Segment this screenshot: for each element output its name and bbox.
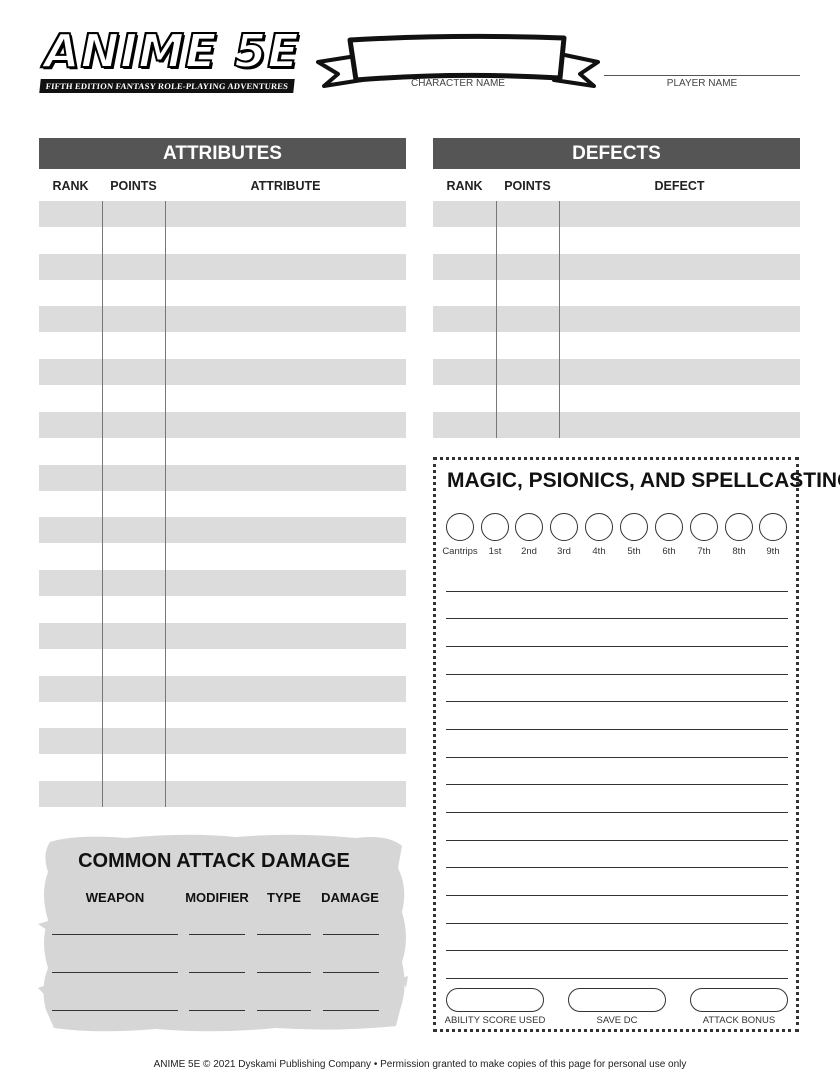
spell-slot-label: 7th bbox=[697, 546, 711, 557]
ability-score-used-label: ABILITY SCORE USED bbox=[444, 1015, 546, 1026]
attack-damage-title: COMMON ATTACK DAMAGE bbox=[78, 850, 350, 872]
attribute-row[interactable] bbox=[39, 676, 406, 702]
spell-slot-circle[interactable] bbox=[585, 513, 613, 541]
magic-note-line[interactable] bbox=[446, 950, 788, 951]
magic-note-line[interactable] bbox=[446, 812, 788, 813]
defect-row[interactable] bbox=[433, 254, 800, 280]
spell-slot-circle[interactable] bbox=[725, 513, 753, 541]
attributes-header: ATTRIBUTES bbox=[39, 138, 406, 169]
spell-slot-circle[interactable] bbox=[655, 513, 683, 541]
attribute-row[interactable] bbox=[39, 728, 406, 754]
modifier-heading: MODIFIER bbox=[185, 890, 249, 905]
modifier-line[interactable] bbox=[189, 1010, 245, 1011]
defects-header: DEFECTS bbox=[433, 138, 800, 169]
attack-bonus-label: ATTACK BONUS bbox=[702, 1015, 776, 1026]
attributes-rank-heading: RANK bbox=[52, 179, 89, 193]
type-heading: TYPE bbox=[267, 890, 301, 905]
defect-row[interactable] bbox=[433, 412, 800, 438]
attribute-row[interactable] bbox=[39, 570, 406, 596]
spell-slot-circle[interactable] bbox=[759, 513, 787, 541]
copyright-footer: ANIME 5E © 2021 Dyskami Publishing Compa… bbox=[153, 1059, 687, 1070]
attribute-row[interactable] bbox=[39, 201, 406, 227]
magic-note-line[interactable] bbox=[446, 618, 788, 619]
attack-bonus-field[interactable] bbox=[690, 988, 788, 1012]
logo-tagline: FIFTH EDITION FANTASY ROLE-PLAYING ADVEN… bbox=[39, 79, 295, 93]
modifier-line[interactable] bbox=[189, 934, 245, 935]
save-dc-label: SAVE DC bbox=[596, 1015, 638, 1026]
damage-heading: DAMAGE bbox=[321, 890, 379, 905]
modifier-line[interactable] bbox=[189, 972, 245, 973]
defects-points-heading: POINTS bbox=[504, 179, 551, 193]
weapon-line[interactable] bbox=[52, 1010, 178, 1011]
magic-box bbox=[433, 457, 799, 1032]
attribute-row[interactable] bbox=[39, 781, 406, 807]
type-line[interactable] bbox=[257, 972, 311, 973]
attributes-column-divider bbox=[102, 201, 103, 807]
defect-row[interactable] bbox=[433, 201, 800, 227]
magic-note-line[interactable] bbox=[446, 674, 788, 675]
attribute-row[interactable] bbox=[39, 254, 406, 280]
magic-note-line[interactable] bbox=[446, 591, 788, 592]
attributes-attribute-heading: ATTRIBUTE bbox=[250, 179, 321, 193]
type-line[interactable] bbox=[257, 934, 311, 935]
type-line[interactable] bbox=[257, 1010, 311, 1011]
attribute-row[interactable] bbox=[39, 359, 406, 385]
magic-note-line[interactable] bbox=[446, 867, 788, 868]
spell-slot-label: 6th bbox=[662, 546, 676, 557]
spell-slot-label: Cantrips bbox=[442, 546, 478, 557]
spell-slot-circle[interactable] bbox=[446, 513, 474, 541]
defects-defect-heading: DEFECT bbox=[654, 179, 705, 193]
attribute-row[interactable] bbox=[39, 412, 406, 438]
attribute-row[interactable] bbox=[39, 517, 406, 543]
attribute-row[interactable] bbox=[39, 306, 406, 332]
defects-rank-heading: RANK bbox=[446, 179, 483, 193]
defects-column-divider bbox=[559, 201, 560, 438]
weapon-line[interactable] bbox=[52, 972, 178, 973]
player-name-field[interactable] bbox=[604, 75, 800, 76]
spell-slot-label: 4th bbox=[592, 546, 606, 557]
attribute-row[interactable] bbox=[39, 623, 406, 649]
spell-slot-label: 3rd bbox=[557, 546, 571, 557]
save-dc-field[interactable] bbox=[568, 988, 666, 1012]
magic-note-line[interactable] bbox=[446, 784, 788, 785]
magic-note-line[interactable] bbox=[446, 701, 788, 702]
defect-row[interactable] bbox=[433, 359, 800, 385]
spell-slot-label: 5th bbox=[627, 546, 641, 557]
magic-note-line[interactable] bbox=[446, 923, 788, 924]
attributes-column-divider bbox=[165, 201, 166, 807]
logo-title: ANIME 5E bbox=[43, 23, 300, 79]
spell-slot-label: 9th bbox=[766, 546, 780, 557]
spell-slot-circle[interactable] bbox=[550, 513, 578, 541]
weapon-heading: WEAPON bbox=[85, 890, 145, 905]
defect-row[interactable] bbox=[433, 306, 800, 332]
spell-slot-label: 2nd bbox=[521, 546, 537, 557]
spell-slot-circle[interactable] bbox=[515, 513, 543, 541]
spell-slot-circle[interactable] bbox=[620, 513, 648, 541]
player-name-label: PLAYER NAME bbox=[666, 78, 738, 89]
attributes-points-heading: POINTS bbox=[110, 179, 157, 193]
magic-title: MAGIC, PSIONICS, AND SPELLCASTING bbox=[447, 469, 840, 492]
magic-note-line[interactable] bbox=[446, 978, 788, 979]
damage-line[interactable] bbox=[323, 934, 379, 935]
spell-slot-circle[interactable] bbox=[481, 513, 509, 541]
defects-column-divider bbox=[496, 201, 497, 438]
character-name-label: CHARACTER NAME bbox=[411, 78, 505, 89]
attribute-row[interactable] bbox=[39, 465, 406, 491]
ability-score-used-field[interactable] bbox=[446, 988, 544, 1012]
anime-5e-logo: ANIME 5E FIFTH EDITION FANTASY ROLE-PLAY… bbox=[39, 23, 302, 96]
magic-note-line[interactable] bbox=[446, 729, 788, 730]
magic-note-line[interactable] bbox=[446, 757, 788, 758]
magic-note-line[interactable] bbox=[446, 840, 788, 841]
magic-note-line[interactable] bbox=[446, 895, 788, 896]
damage-line[interactable] bbox=[323, 1010, 379, 1011]
weapon-line[interactable] bbox=[52, 934, 178, 935]
magic-note-line[interactable] bbox=[446, 646, 788, 647]
spell-slot-circle[interactable] bbox=[690, 513, 718, 541]
damage-line[interactable] bbox=[323, 972, 379, 973]
